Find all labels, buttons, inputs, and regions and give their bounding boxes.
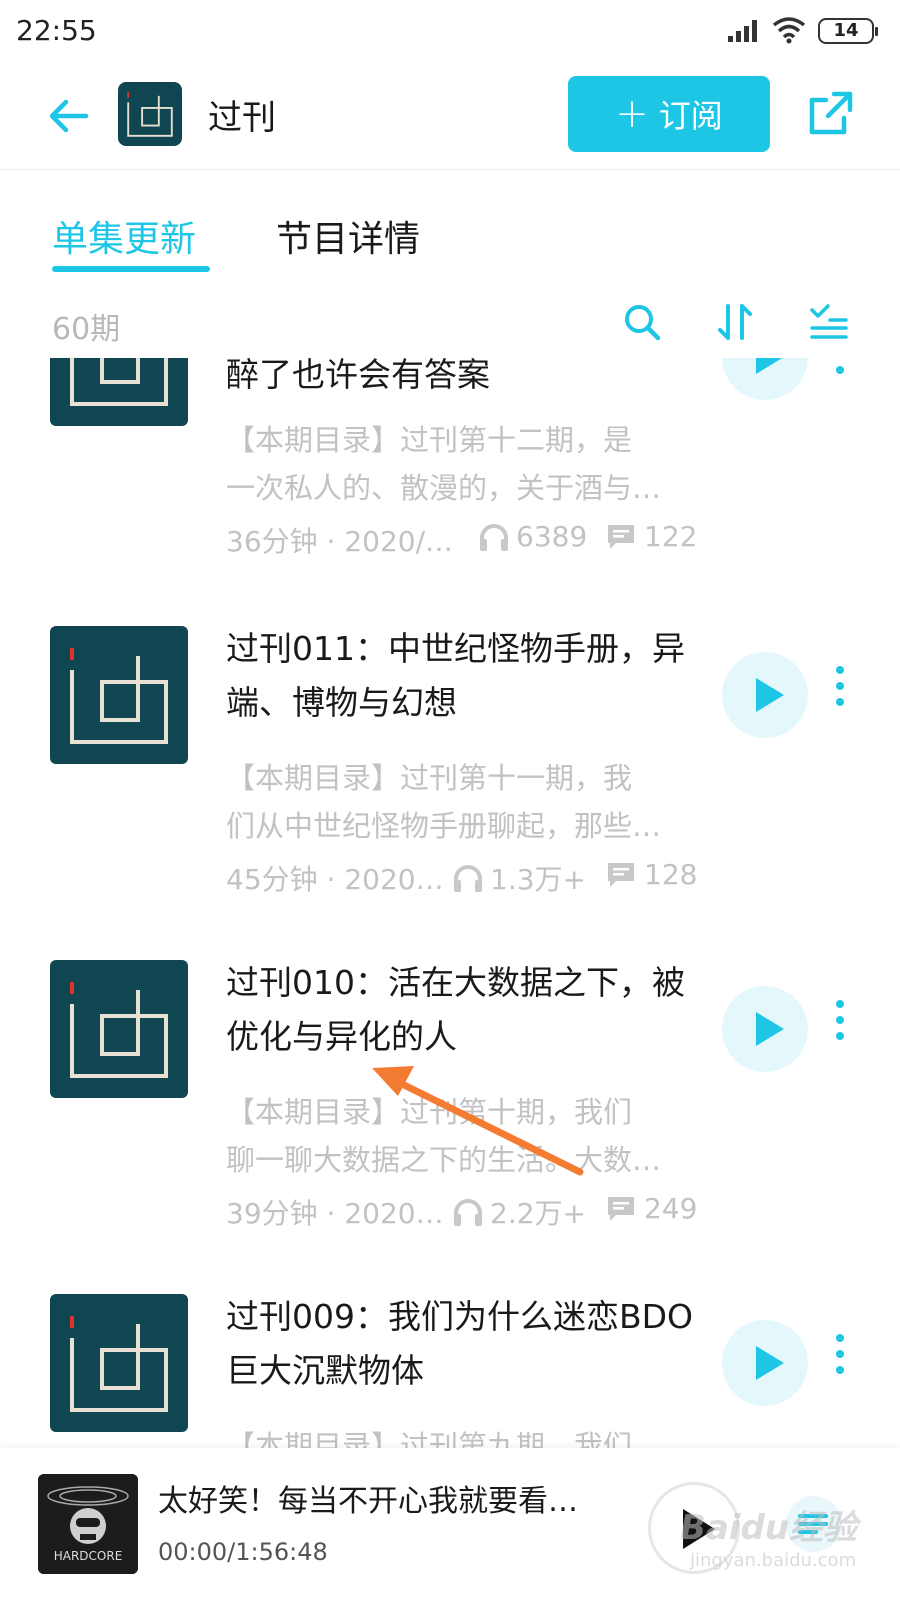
now-playing-title: 太好笑！每当不开心我就要看… — [158, 1484, 578, 1519]
now-playing-time: 00:00/1:56:48 — [158, 1538, 328, 1566]
desc-line: 们从中世纪怪物手册聊起，那些… — [226, 809, 662, 843]
more-options-icon[interactable] — [830, 1334, 850, 1394]
logo-mark-icon — [70, 1316, 168, 1412]
play-episode-button[interactable] — [722, 652, 808, 738]
watermark-url: jingyan.baidu.com — [690, 1550, 857, 1571]
comment-count: 128 — [606, 858, 697, 891]
episode-count: 60期 — [52, 312, 121, 347]
subscribe-button[interactable]: + 订阅 — [568, 76, 770, 152]
header-bar: 过刊 + 订阅 — [0, 62, 900, 170]
tab-active-indicator — [52, 266, 210, 272]
listen-count: 1.3万+ — [452, 858, 586, 898]
plus-icon: + — [615, 91, 649, 137]
wifi-icon — [772, 17, 806, 44]
play-episode-button[interactable] — [722, 358, 808, 400]
episode-meta: 45分钟 · 2020… 1.3万+ 128 — [226, 858, 706, 898]
headphones-icon — [480, 523, 508, 551]
desc-line: 【本期目录】过刊第九期，我们 — [226, 1429, 633, 1448]
tab-program-details[interactable]: 节目详情 — [276, 210, 420, 262]
svg-text:HARDCORE: HARDCORE — [54, 1549, 123, 1563]
logo-mark-icon — [70, 982, 168, 1078]
hardcore-cover-icon: HARDCORE — [38, 1474, 138, 1574]
more-options-icon[interactable] — [830, 358, 850, 394]
episode-title: 过刊009：我们为什么迷恋BDO巨大沉默物体 — [226, 1297, 694, 1390]
listen-count-value: 2.2万+ — [490, 1197, 586, 1230]
episode-title: 过刊011：中世纪怪物手册，异端、博物与幻想 — [226, 629, 685, 722]
listen-count: 2.2万+ — [452, 1192, 586, 1232]
status-bar: 22:55 14 — [0, 0, 900, 62]
episode-cover — [50, 960, 188, 1098]
episode-title: 醉了也许会有答案 — [226, 358, 490, 394]
comment-icon — [608, 862, 634, 887]
episode-duration-date: 36分钟 · 2020/… — [226, 525, 454, 558]
episode-description: 【本期目录】过刊第九期，我们 — [226, 1422, 696, 1448]
desc-line: 【本期目录】过刊第十期，我们 — [226, 1095, 633, 1129]
signal-icon — [728, 20, 757, 42]
episode-cover — [50, 1294, 188, 1432]
episode-cover — [50, 626, 188, 764]
desc-line: 一次私人的、散漫的，关于酒与… — [226, 471, 662, 505]
subscribe-label: 订阅 — [658, 97, 723, 135]
headphones-icon — [454, 1199, 482, 1226]
player-cover: HARDCORE — [38, 1474, 138, 1574]
episode-description: 【本期目录】过刊第十一期，我 们从中世纪怪物手册聊起，那些… — [226, 754, 696, 850]
desc-line: 【本期目录】过刊第十一期，我 — [226, 761, 633, 795]
tab-episodes[interactable]: 单集更新 — [52, 210, 196, 262]
play-episode-button[interactable] — [722, 1320, 808, 1406]
comment-count-value: 128 — [644, 858, 698, 891]
sort-icon[interactable] — [714, 300, 758, 344]
headphones-icon — [454, 865, 482, 892]
episode-description: 【本期目录】过刊第十二期，是 一次私人的、散漫的，关于酒与… — [226, 416, 696, 512]
podcast-logo — [118, 82, 182, 146]
list-toolbar: 60期 — [0, 296, 900, 356]
episode-meta: 39分钟 · 2020… 2.2万+ 249 — [226, 1192, 706, 1232]
more-options-icon[interactable] — [830, 666, 850, 726]
page-title: 过刊 — [208, 98, 276, 138]
mini-player[interactable]: HARDCORE 太好笑！每当不开心我就要看… 00:00/1:56:48 Ba… — [0, 1448, 900, 1600]
share-icon[interactable] — [804, 86, 858, 140]
episode-item[interactable]: 醉了也许会有答案 【本期目录】过刊第十二期，是 一次私人的、散漫的，关于酒与… … — [0, 358, 900, 628]
comment-count-value: 122 — [644, 520, 698, 553]
comment-count: 249 — [606, 1192, 697, 1225]
episode-duration-date: 45分钟 · 2020… — [226, 863, 444, 896]
more-options-icon[interactable] — [830, 1000, 850, 1060]
logo-mark-icon — [70, 648, 168, 744]
listen-count-value: 6389 — [516, 520, 588, 553]
comment-icon — [608, 1196, 634, 1221]
comment-icon — [608, 524, 634, 549]
watermark: Baidu经验 — [680, 1508, 858, 1548]
battery-icon: 14 — [818, 18, 878, 44]
episode-item[interactable]: 过刊010：活在大数据之下，被优化与异化的人 【本期目录】过刊第十期，我们 聊一… — [0, 960, 900, 1300]
episode-description: 【本期目录】过刊第十期，我们 聊一聊大数据之下的生活。大数… — [226, 1088, 696, 1184]
episode-item[interactable]: 过刊011：中世纪怪物手册，异端、博物与幻想 【本期目录】过刊第十一期，我 们从… — [0, 626, 900, 966]
episode-title: 过刊010：活在大数据之下，被优化与异化的人 — [226, 963, 685, 1056]
logo-mark-icon — [70, 358, 168, 406]
status-time: 22:55 — [16, 14, 97, 47]
search-icon[interactable] — [620, 300, 664, 344]
episode-duration-date: 39分钟 · 2020… — [226, 1197, 444, 1230]
comment-count: 122 — [606, 520, 697, 553]
episode-item[interactable]: 过刊009：我们为什么迷恋BDO巨大沉默物体 【本期目录】过刊第九期，我们 — [0, 1294, 900, 1448]
desc-line: 【本期目录】过刊第十二期，是 — [226, 423, 633, 457]
logo-mark-icon — [127, 92, 173, 137]
episode-list[interactable]: 醉了也许会有答案 【本期目录】过刊第十二期，是 一次私人的、散漫的，关于酒与… … — [0, 358, 900, 1448]
episode-meta: 36分钟 · 2020/… 6389 122 — [226, 520, 706, 560]
arrow-left-icon[interactable] — [44, 90, 96, 142]
listen-count: 6389 — [478, 520, 587, 553]
listen-count-value: 1.3万+ — [490, 863, 586, 896]
desc-line: 聊一聊大数据之下的生活。大数… — [226, 1143, 662, 1177]
filter-list-icon[interactable] — [806, 300, 850, 344]
comment-count-value: 249 — [644, 1192, 698, 1225]
tab-bar: 单集更新 节目详情 — [0, 200, 900, 280]
play-episode-button[interactable] — [722, 986, 808, 1072]
episode-cover — [50, 358, 188, 426]
